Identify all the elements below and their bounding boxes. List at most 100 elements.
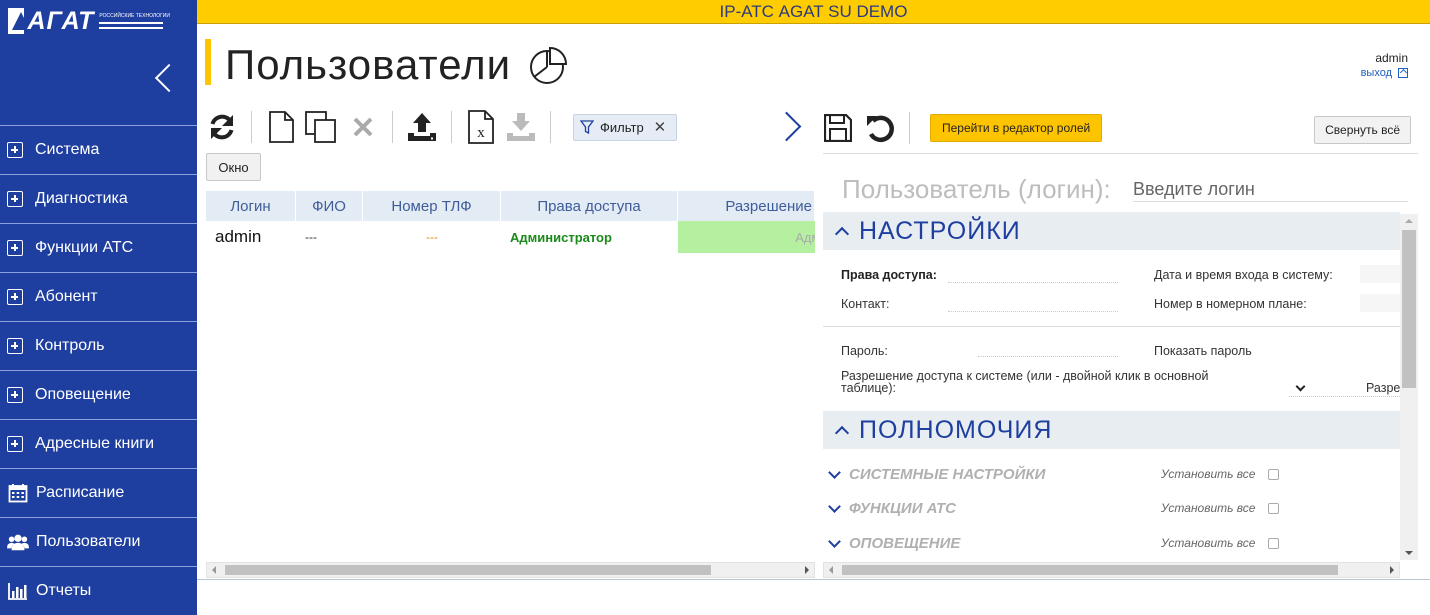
scroll-right-arrow-icon[interactable] xyxy=(805,566,809,574)
upload-icon xyxy=(408,113,436,141)
permission-group-title[interactable]: СИСТЕМНЫЕ НАСТРОЙКИ xyxy=(849,466,1154,483)
logo-subtitle: РОССИЙСКИЕ ТЕХНОЛОГИИ xyxy=(99,13,170,19)
new-document-icon xyxy=(269,111,294,143)
sidebar-item-reports[interactable]: Отчеты xyxy=(0,566,197,615)
download-icon xyxy=(507,113,535,141)
expand-editor-arrow[interactable] xyxy=(776,110,800,142)
filter-label: Фильтр xyxy=(600,119,644,135)
excel-file-icon: x xyxy=(468,110,494,144)
logout-label: выход xyxy=(1360,67,1392,79)
chevron-down-icon[interactable] xyxy=(828,499,841,513)
users-icon xyxy=(7,532,29,552)
access-rights-label: Права доступа: xyxy=(841,268,937,282)
sidebar-item-label: Оповещение xyxy=(35,386,131,403)
editor-horizontal-scrollbar[interactable] xyxy=(823,562,1400,578)
set-all-checkbox[interactable] xyxy=(1268,502,1280,514)
scroll-up-arrow-icon[interactable] xyxy=(1405,219,1413,223)
scroll-right-arrow-icon[interactable] xyxy=(1390,566,1394,574)
logo-text: АГАТ xyxy=(27,7,95,35)
contact-field[interactable] xyxy=(948,311,1118,312)
login-input[interactable] xyxy=(1133,178,1408,202)
show-password-toggle[interactable]: Показать пароль xyxy=(1154,344,1252,358)
set-all-checkbox[interactable] xyxy=(1268,468,1280,480)
column-header-phone[interactable]: Номер ТЛФ xyxy=(363,191,501,221)
column-header-login[interactable]: Логин xyxy=(206,191,296,221)
scroll-down-arrow-icon[interactable] xyxy=(1405,551,1413,555)
permission-group-title[interactable]: ФУНКЦИИ АТС xyxy=(849,500,1154,517)
sidebar-item-diagnostics[interactable]: Диагностика xyxy=(0,174,197,223)
login-datetime-label: Дата и время входа в систему: xyxy=(1154,268,1333,282)
pie-chart-icon[interactable] xyxy=(528,46,568,86)
plus-square-icon xyxy=(7,191,23,207)
delete-record-button[interactable] xyxy=(346,109,380,145)
permissions-section-title: ПОЛНОМОЧИЯ xyxy=(859,415,1053,444)
table-horizontal-scrollbar[interactable] xyxy=(206,562,815,578)
table-row[interactable]: admin --- --- Администратор Администрато… xyxy=(206,221,815,253)
users-table: Логин ФИО Номер ТЛФ Права доступа Разреш… xyxy=(206,191,815,561)
agat-logo[interactable]: АГАТ РОССИЙСКИЕ ТЕХНОЛОГИИ xyxy=(8,6,170,36)
undo-button[interactable] xyxy=(863,110,897,146)
chevron-down-icon[interactable] xyxy=(1295,381,1306,392)
column-header-fio[interactable]: ФИО xyxy=(296,191,363,221)
save-icon xyxy=(824,114,852,142)
permissions-section-header[interactable]: ПОЛНОМОЧИЯ xyxy=(823,411,1400,449)
plus-square-icon xyxy=(7,240,23,256)
scroll-left-arrow-icon[interactable] xyxy=(212,566,216,574)
chevron-up-icon xyxy=(834,226,850,242)
upload-button[interactable] xyxy=(405,109,439,145)
copy-record-button[interactable] xyxy=(304,109,338,145)
set-all-checkbox[interactable] xyxy=(1268,537,1280,549)
column-header-permission[interactable]: Разрешение xyxy=(678,191,815,221)
copy-icon xyxy=(305,111,336,143)
user-editor-panel: Перейти в редактор ролей Свернуть всё По… xyxy=(823,105,1418,575)
svg-text:x: x xyxy=(477,125,485,141)
title-accent xyxy=(205,39,211,85)
column-header-rights[interactable]: Права доступа xyxy=(501,191,678,221)
chevron-down-icon[interactable] xyxy=(828,465,841,479)
sidebar-item-users[interactable]: Пользователи xyxy=(0,517,197,566)
sidebar-item-system[interactable]: Система xyxy=(0,125,197,174)
clear-filter-icon[interactable]: ✕ xyxy=(654,118,667,136)
access-rights-value xyxy=(948,282,1118,283)
sidebar-item-label: Контроль xyxy=(35,337,105,354)
plus-square-icon xyxy=(7,289,23,305)
password-field[interactable] xyxy=(978,356,1118,357)
collapse-sidebar-button[interactable] xyxy=(150,62,180,98)
system-access-label: Разрешение доступа к системе (или - двой… xyxy=(841,369,1209,395)
cell-login: admin xyxy=(215,227,262,246)
roles-editor-button[interactable]: Перейти в редактор ролей xyxy=(930,114,1103,142)
scroll-left-arrow-icon[interactable] xyxy=(829,566,833,574)
sidebar-item-notification[interactable]: Оповещение xyxy=(0,370,197,419)
editor-vertical-scrollbar[interactable] xyxy=(1400,214,1418,560)
refresh-button[interactable] xyxy=(205,109,239,145)
plus-square-icon xyxy=(7,387,23,403)
logout-link[interactable]: выход xyxy=(1361,67,1408,79)
undo-icon xyxy=(867,115,894,143)
contact-label: Контакт: xyxy=(841,297,890,311)
system-access-select[interactable] xyxy=(1289,396,1400,397)
chevron-up-icon xyxy=(834,425,850,441)
settings-section-header[interactable]: НАСТРОЙКИ xyxy=(823,212,1400,250)
app-title-bar: IP-АТС AGAT SU DEMO xyxy=(197,0,1430,24)
save-button[interactable] xyxy=(823,110,853,146)
sidebar-item-address-books[interactable]: Адресные книги xyxy=(0,419,197,468)
permission-group-title[interactable]: ОПОВЕЩЕНИЕ xyxy=(849,535,1154,552)
sidebar-item-subscriber[interactable]: Абонент xyxy=(0,272,197,321)
plus-square-icon xyxy=(7,436,23,452)
sidebar-item-label: Функции АТС xyxy=(35,239,134,256)
export-excel-button[interactable]: x xyxy=(464,109,498,145)
download-button[interactable] xyxy=(504,109,538,145)
current-user: admin xyxy=(1375,51,1408,65)
sidebar-item-pbx-functions[interactable]: Функции АТС xyxy=(0,223,197,272)
sidebar-nav: Система Диагностика Функции АТС Абонент … xyxy=(0,125,197,615)
chevron-down-icon[interactable] xyxy=(828,534,841,548)
new-record-button[interactable] xyxy=(264,109,298,145)
sidebar-item-control[interactable]: Контроль xyxy=(0,321,197,370)
page-title: Пользователи xyxy=(225,41,512,88)
filter-button[interactable]: Фильтр ✕ xyxy=(573,113,678,141)
set-all-label: Установить все xyxy=(1161,501,1256,515)
sidebar-item-label: Отчеты xyxy=(36,582,92,599)
window-button[interactable]: Окно xyxy=(206,153,261,181)
collapse-all-button[interactable]: Свернуть всё xyxy=(1314,116,1411,144)
sidebar-item-schedule[interactable]: Расписание xyxy=(0,468,197,517)
